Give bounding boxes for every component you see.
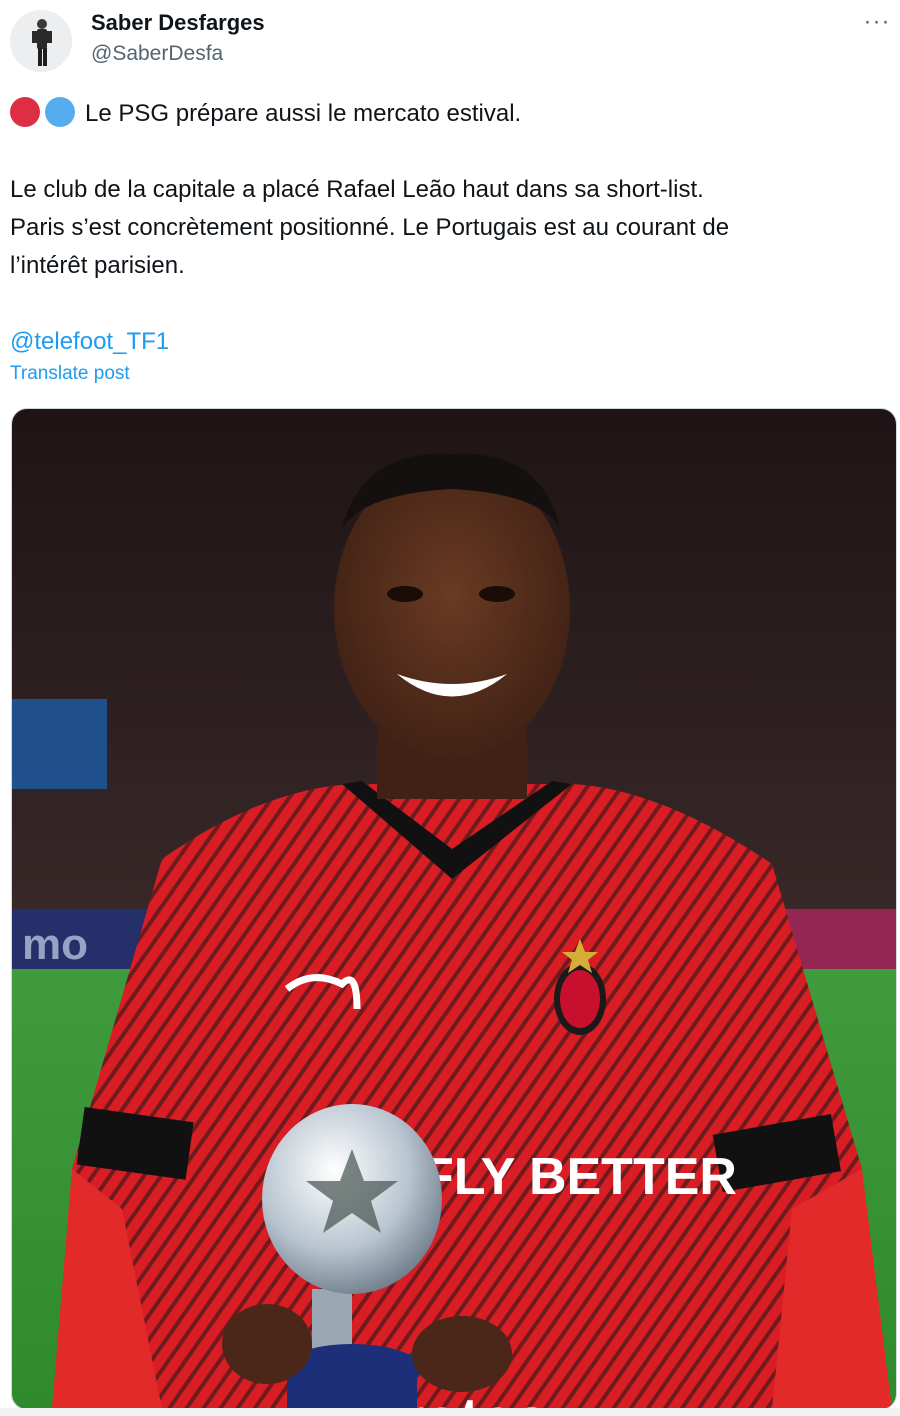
post-line-1-text: Le PSG prépare aussi le mercato estival.	[85, 100, 522, 127]
post-photo[interactable]: mo Emirates FLY BETTER	[11, 408, 897, 1410]
blue-circle-icon	[45, 97, 75, 127]
more-options-icon[interactable]: ···	[862, 8, 892, 38]
translate-post-link[interactable]: Translate post	[10, 363, 130, 385]
red-circle-icon	[10, 97, 40, 127]
post-text: Le PSG prépare aussi le mercato estival.…	[10, 95, 880, 361]
post-line-2: Le club de la capitale a placé Rafael Le…	[10, 176, 704, 203]
post-line-1: Le PSG prépare aussi le mercato estival.	[10, 95, 880, 133]
sponsor-subtext: FLY BETTER	[422, 1148, 737, 1206]
post-line-3: Paris s’est concrètement positionné. Le …	[10, 214, 730, 241]
author-name[interactable]: Saber Desfarges	[91, 10, 265, 36]
mention-link[interactable]: @telefoot_TF1	[10, 323, 880, 361]
post-line-4: l’intérêt parisien.	[10, 252, 185, 279]
svg-text:mo: mo	[22, 920, 88, 969]
author-avatar[interactable]	[10, 10, 72, 72]
bottom-divider	[0, 1408, 900, 1416]
author-handle[interactable]: @SaberDesfa	[91, 42, 223, 66]
avatar-person-icon	[10, 10, 72, 72]
player-photo-icon: mo Emirates FLY BETTER	[12, 409, 896, 1409]
